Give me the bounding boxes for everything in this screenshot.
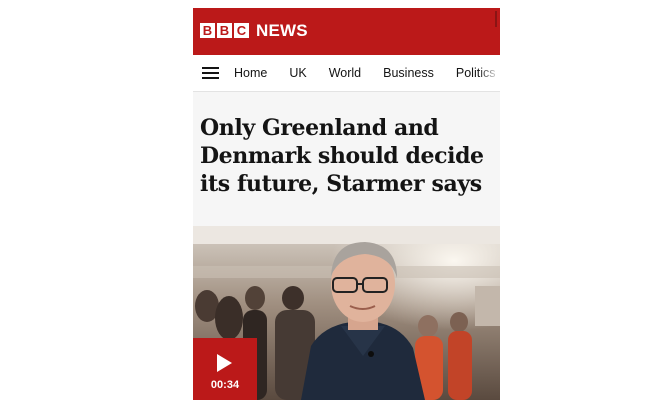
video-duration: 00:34 — [210, 379, 240, 391]
scrollbar — [495, 11, 497, 27]
play-icon — [217, 354, 232, 372]
nav-fade — [478, 55, 500, 91]
nav-item-home[interactable]: Home — [234, 66, 267, 80]
headline-area: Only Greenland and Denmark should decide… — [193, 92, 500, 226]
bbc-logo[interactable]: B B C — [200, 23, 249, 38]
nav-items: Home UK World Business Politics — [234, 55, 500, 91]
logo-block-b2: B — [217, 23, 232, 38]
article-headline: Only Greenland and Denmark should decide… — [200, 115, 484, 197]
logo-block-b1: B — [200, 23, 215, 38]
nav-item-business[interactable]: Business — [383, 66, 434, 80]
video-player[interactable]: 00:34 — [193, 226, 500, 400]
menu-line — [202, 67, 219, 69]
nav-item-world[interactable]: World — [329, 66, 361, 80]
logo-block-c: C — [234, 23, 249, 38]
play-button[interactable]: 00:34 — [193, 338, 257, 400]
menu-line — [202, 77, 219, 79]
menu-line — [202, 72, 219, 74]
masthead: B B C NEWS — [193, 8, 500, 55]
section-name[interactable]: NEWS — [256, 21, 308, 41]
hamburger-menu-icon[interactable] — [202, 67, 219, 79]
nav-item-uk[interactable]: UK — [289, 66, 306, 80]
mobile-page: B B C NEWS Home UK World Business Politi… — [193, 8, 500, 400]
nav-bar: Home UK World Business Politics — [193, 55, 500, 92]
